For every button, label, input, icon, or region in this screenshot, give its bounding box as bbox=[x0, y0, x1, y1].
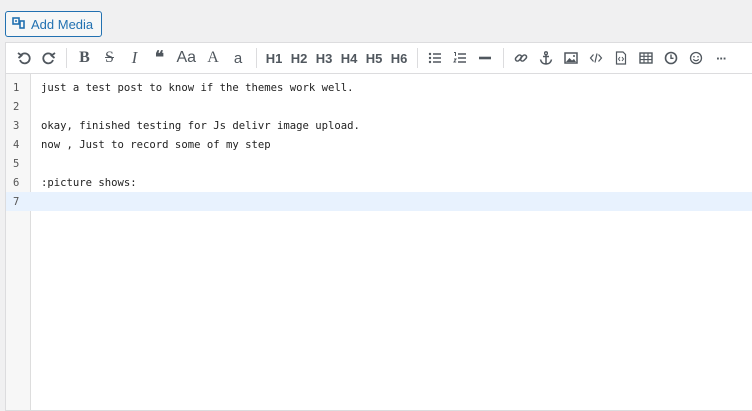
code-line[interactable]: 5 bbox=[6, 154, 752, 173]
clock-button[interactable] bbox=[660, 45, 682, 71]
heading-3-button[interactable]: H3 bbox=[313, 45, 335, 71]
heading-1-label: H1 bbox=[265, 50, 283, 66]
redo-button[interactable] bbox=[38, 45, 60, 71]
code-file-icon bbox=[615, 51, 627, 65]
lowercase-button[interactable]: a bbox=[227, 45, 249, 71]
line-text: now , Just to record some of my step bbox=[41, 138, 271, 151]
add-media-button[interactable]: Add Media bbox=[5, 11, 103, 37]
link-button[interactable] bbox=[510, 45, 532, 71]
heading-2-button[interactable]: H2 bbox=[288, 45, 310, 71]
unordered-list-icon bbox=[428, 52, 442, 64]
heading-2-label: H2 bbox=[290, 50, 308, 66]
line-text: okay, finished testing for Js delivr ima… bbox=[41, 119, 360, 132]
active-code-line[interactable]: 7 bbox=[6, 192, 752, 211]
heading-6-button[interactable]: H6 bbox=[388, 45, 410, 71]
horizontal-rule-button[interactable] bbox=[474, 45, 496, 71]
toolbar-separator bbox=[502, 48, 504, 68]
case-icon: Aa bbox=[176, 49, 197, 66]
table-button[interactable] bbox=[635, 45, 657, 71]
markdown-editor[interactable]: B S I ❝ Aa A a H1 H2 H3 H4 H5 H6 ··· 1 j… bbox=[5, 42, 752, 411]
heading-5-button[interactable]: H5 bbox=[363, 45, 385, 71]
line-number: 7 bbox=[6, 195, 31, 208]
undo-button[interactable] bbox=[13, 45, 35, 71]
code-lines[interactable]: 1 just a test post to know if the themes … bbox=[6, 78, 752, 211]
horizontal-rule-icon bbox=[479, 56, 492, 60]
clock-icon bbox=[664, 51, 678, 65]
bold-button[interactable]: B bbox=[74, 45, 96, 71]
heading-6-label: H6 bbox=[390, 50, 408, 66]
emoji-button[interactable] bbox=[685, 45, 707, 71]
toolbar-separator bbox=[255, 48, 257, 68]
strikethrough-icon: S bbox=[105, 49, 114, 66]
case-button[interactable]: Aa bbox=[174, 45, 200, 71]
uppercase-button[interactable]: A bbox=[202, 45, 224, 71]
italic-button[interactable]: I bbox=[124, 45, 146, 71]
line-text: :picture shows: bbox=[41, 176, 137, 189]
lowercase-icon: a bbox=[233, 49, 243, 67]
more-icon: ··· bbox=[716, 50, 727, 66]
bold-icon: B bbox=[79, 49, 90, 66]
more-button[interactable]: ··· bbox=[710, 45, 732, 71]
code-line[interactable]: 4 now , Just to record some of my step bbox=[6, 135, 752, 154]
italic-icon: I bbox=[131, 48, 138, 67]
redo-icon bbox=[41, 52, 56, 65]
uppercase-icon: A bbox=[207, 49, 219, 66]
strikethrough-button[interactable]: S bbox=[99, 45, 121, 71]
code-line[interactable]: 3 okay, finished testing for Js delivr im… bbox=[6, 116, 752, 135]
undo-icon bbox=[16, 52, 31, 65]
ordered-list-icon bbox=[453, 52, 467, 63]
editor-toolbar: B S I ❝ Aa A a H1 H2 H3 H4 H5 H6 ··· bbox=[6, 43, 752, 74]
heading-3-label: H3 bbox=[315, 50, 333, 66]
ordered-list-button[interactable] bbox=[449, 45, 471, 71]
heading-4-button[interactable]: H4 bbox=[338, 45, 360, 71]
line-text: just a test post to know if the themes w… bbox=[41, 81, 354, 94]
anchor-button[interactable] bbox=[535, 45, 557, 71]
smiley-icon bbox=[689, 51, 703, 65]
heading-5-label: H5 bbox=[365, 50, 383, 66]
line-number: 5 bbox=[13, 157, 20, 170]
heading-1-button[interactable]: H1 bbox=[263, 45, 285, 71]
line-number: 1 bbox=[13, 81, 20, 94]
image-icon bbox=[564, 52, 578, 64]
media-icon bbox=[12, 16, 26, 33]
add-media-label: Add Media bbox=[31, 16, 94, 32]
link-icon bbox=[514, 54, 528, 62]
toolbar-separator bbox=[66, 48, 67, 68]
line-number: 2 bbox=[13, 100, 20, 113]
toolbar-separator bbox=[416, 48, 418, 68]
code-line[interactable]: 6 :picture shows: bbox=[6, 173, 752, 192]
line-number: 6 bbox=[13, 176, 20, 189]
code-icon bbox=[589, 53, 603, 63]
unordered-list-button[interactable] bbox=[424, 45, 446, 71]
code-button[interactable] bbox=[585, 45, 607, 71]
code-file-button[interactable] bbox=[610, 45, 632, 71]
code-line[interactable]: 1 just a test post to know if the themes … bbox=[6, 78, 752, 97]
quote-icon: ❝ bbox=[154, 48, 165, 67]
image-button[interactable] bbox=[560, 45, 582, 71]
top-bar: Add Media bbox=[0, 0, 752, 42]
code-line[interactable]: 2 bbox=[6, 97, 752, 116]
quote-button[interactable]: ❝ bbox=[149, 45, 171, 71]
line-number: 4 bbox=[13, 138, 20, 151]
line-number: 3 bbox=[13, 119, 20, 132]
table-icon bbox=[639, 52, 653, 64]
anchor-icon bbox=[539, 51, 553, 65]
heading-4-label: H4 bbox=[340, 50, 358, 66]
